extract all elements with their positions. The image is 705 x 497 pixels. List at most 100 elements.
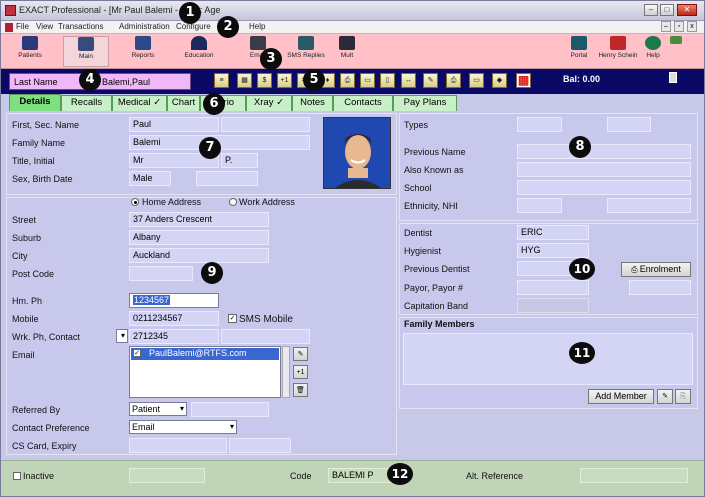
menu-help[interactable]: Help [249,22,265,31]
tab-chart[interactable]: Chart [167,95,200,111]
second-name-field[interactable] [221,117,310,132]
patient-action-button-10[interactable]: ↔ [401,73,416,88]
previous-name-field[interactable] [517,144,691,159]
tab-details[interactable]: Details [9,94,61,111]
home-phone-field[interactable]: 1234567 [129,293,219,308]
tab-recalls[interactable]: Recalls [61,95,112,111]
dentist-field[interactable]: ERIC [517,225,589,240]
initial-field[interactable]: P. [221,153,258,168]
alt-reference-field[interactable] [580,468,688,483]
sex-field[interactable]: Male [129,171,171,186]
inactive-checkbox[interactable] [13,472,21,480]
payor-number-field[interactable] [629,280,691,295]
menu-administration[interactable]: Administration [119,22,170,31]
tab-notes[interactable]: Notes [292,95,333,111]
email-icon [250,36,266,50]
email-add-button[interactable]: +1 [293,365,308,379]
patient-action-button-3[interactable]: $ [257,73,272,88]
close-button[interactable]: ✕ [677,4,697,16]
tab-medical[interactable]: Medical ✓ [112,95,167,111]
inactive-label: Inactive [23,471,55,481]
tab-contacts[interactable]: Contacts [333,95,393,111]
family-edit-button[interactable]: ✎ [657,389,673,404]
email-list-scrollbar[interactable] [282,346,290,398]
toolbar-henry-schein[interactable]: Henry Schein [597,36,639,59]
mdi-minimize-button[interactable]: – [661,21,671,32]
cs-card-field[interactable] [129,438,227,453]
work-phone-field[interactable]: 2712345 [129,329,219,344]
toolbar-mult[interactable]: Mult [336,36,358,59]
contact-preference-dropdown[interactable]: Email [129,420,237,434]
menu-view[interactable]: View [36,22,53,31]
birth-date-field[interactable] [196,171,258,186]
patient-action-button-14[interactable]: ◆ [492,73,507,88]
suburb-field[interactable]: Albany [129,230,269,245]
email-list[interactable]: ✓ PaulBalemi@RTFS.com [129,346,281,398]
work-address-label: Work Address [239,197,295,207]
tab-xray[interactable]: Xray ✓ [246,95,292,111]
enrolment-button[interactable]: ⎙ Enrolment [621,262,691,277]
sms-mobile-checkbox[interactable]: ✓ [228,314,237,323]
minimize-button[interactable]: – [644,4,658,16]
work-phone-type-dropdown[interactable] [116,329,128,343]
tab-pay-plans[interactable]: Pay Plans [393,95,457,111]
toolbar-patients[interactable]: Patients [11,36,49,59]
ethnicity-field[interactable] [517,198,562,213]
family-members-list[interactable] [403,333,693,385]
types-field-2[interactable] [607,117,651,132]
also-known-as-field[interactable] [517,162,691,177]
patient-action-button-15[interactable]: ▦ [516,73,531,88]
mdi-close-button[interactable]: x [687,21,697,32]
first-name-field[interactable]: Paul [129,117,219,132]
patient-action-button-13[interactable]: ▭ [469,73,484,88]
maximize-button[interactable]: □ [660,4,674,16]
menu-transactions[interactable]: Transactions [58,22,104,31]
referred-by-detail-field[interactable] [191,402,269,417]
hygienist-field[interactable]: HYG [517,243,589,258]
city-field[interactable]: Auckland [129,248,269,263]
add-member-button[interactable]: Add Member [588,389,654,404]
patient-action-button-8[interactable]: ▭ [360,73,375,88]
family-copy-button[interactable]: ⎘ [675,389,691,404]
patient-photo[interactable] [323,117,391,189]
work-phone-label: Wrk. Ph, Contact [12,332,80,342]
home-address-radio[interactable] [131,198,139,206]
email-edit-button[interactable]: ✎ [293,347,308,361]
school-field[interactable] [517,180,691,195]
patient-action-button-9[interactable]: ▯ [380,73,395,88]
callout-10: 10 [569,258,595,280]
referred-by-dropdown[interactable]: Patient [129,402,187,416]
info-icon[interactable] [669,72,677,83]
street-field[interactable]: 37 Anders Crescent [129,212,269,227]
patient-action-button-2[interactable]: ▦ [237,73,252,88]
toolbar-extra[interactable] [669,36,683,46]
previous-dentist-label: Previous Dentist [404,264,470,274]
patient-action-button-4[interactable]: +1 [277,73,292,88]
toolbar-reports[interactable]: Reports [127,36,159,59]
toolbar-portal[interactable]: Portal [567,36,591,59]
toolbar-sms-replies[interactable]: SMS Replies [286,36,326,59]
payor-field[interactable] [517,280,589,295]
toolbar-main[interactable]: Main [63,36,109,67]
mdi-restore-button[interactable]: ▫ [674,21,684,32]
post-code-field[interactable] [129,266,193,281]
capitation-band-label: Capitation Band [404,301,469,311]
work-address-radio[interactable] [229,198,237,206]
email-delete-button[interactable]: 🗑 [293,383,308,397]
patient-action-button-12[interactable]: ⎙ [446,73,461,88]
toolbar-help[interactable]: Help [643,36,663,59]
email-checkbox[interactable]: ✓ [133,349,141,357]
patient-action-button-1[interactable]: ≡ [214,73,229,88]
patient-action-button-7[interactable]: ⎙ [340,73,355,88]
inactive-date-field[interactable] [129,468,205,483]
email-list-item[interactable]: ✓ PaulBalemi@RTFS.com [131,348,279,360]
patient-action-button-11[interactable]: ✎ [423,73,438,88]
app-window: EXACT Professional - [Mr Paul Balemi - D… [0,0,705,497]
toolbar-education[interactable]: Education [181,36,217,59]
work-contact-field[interactable] [221,329,310,344]
menu-file[interactable]: File [16,22,29,31]
types-field-1[interactable] [517,117,562,132]
nhi-field[interactable] [607,198,691,213]
cs-expiry-field[interactable] [229,438,291,453]
mobile-field[interactable]: 0211234567 [129,311,219,326]
